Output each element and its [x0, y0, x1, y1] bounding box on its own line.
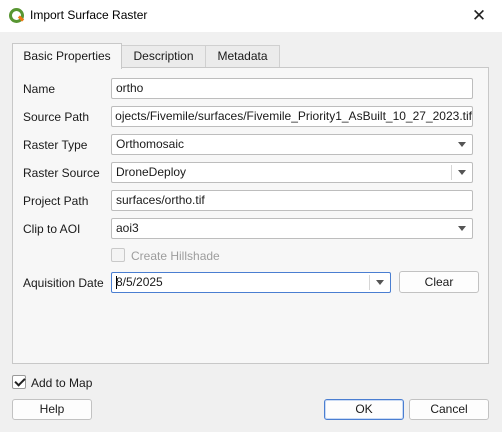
close-icon: ✕ [471, 6, 487, 25]
name-label: Name [23, 82, 56, 96]
source-path-value: ojects/Fivemile/surfaces/Fivemile_Priori… [115, 109, 472, 123]
raster-type-label: Raster Type [23, 138, 88, 152]
title-bar: Import Surface Raster ✕ [0, 0, 502, 32]
project-path-label: Project Path [23, 194, 89, 208]
chevron-down-icon [458, 226, 466, 231]
acquisition-date-field[interactable]: 8/5/2025 [111, 272, 391, 293]
name-field[interactable]: ortho [111, 78, 473, 99]
tab-metadata[interactable]: Metadata [205, 45, 280, 68]
qgis-icon [9, 8, 24, 23]
clip-to-aoi-label: Clip to AOI [23, 222, 81, 236]
close-button[interactable]: ✕ [456, 0, 502, 32]
cancel-button[interactable]: Cancel [409, 399, 489, 420]
add-to-map-label: Add to Map [31, 376, 93, 390]
add-to-map-checkbox[interactable] [12, 375, 26, 389]
acquisition-date-label: Aquisition Date [23, 276, 104, 290]
acquisition-date-value: 8/5/2025 [116, 275, 163, 289]
raster-source-label: Raster Source [23, 166, 100, 180]
raster-type-select[interactable]: Orthomosaic [111, 134, 473, 155]
create-hillshade-label: Create Hillshade [131, 249, 220, 263]
help-button[interactable]: Help [12, 399, 92, 420]
source-path-field[interactable]: ojects/Fivemile/surfaces/Fivemile_Priori… [111, 106, 473, 127]
ok-button[interactable]: OK [324, 399, 404, 420]
source-path-label: Source Path [23, 110, 90, 124]
create-hillshade-checkbox[interactable] [111, 248, 125, 262]
chevron-down-icon [458, 142, 466, 147]
raster-source-value: DroneDeploy [116, 165, 187, 179]
chevron-down-icon [376, 280, 384, 285]
clear-button[interactable]: Clear [399, 271, 479, 293]
raster-source-select[interactable]: DroneDeploy [111, 162, 473, 183]
project-path-field[interactable]: surfaces/ortho.tif [111, 190, 473, 211]
combo-divider [451, 165, 452, 180]
text-cursor [116, 276, 117, 289]
tab-basic-properties[interactable]: Basic Properties [12, 43, 122, 69]
tab-description[interactable]: Description [121, 45, 206, 68]
chevron-down-icon [458, 170, 466, 175]
combo-divider [369, 275, 370, 290]
raster-type-value: Orthomosaic [116, 137, 185, 151]
window-title: Import Surface Raster [30, 8, 148, 22]
clip-to-aoi-value: aoi3 [116, 221, 139, 235]
clip-to-aoi-select[interactable]: aoi3 [111, 218, 473, 239]
